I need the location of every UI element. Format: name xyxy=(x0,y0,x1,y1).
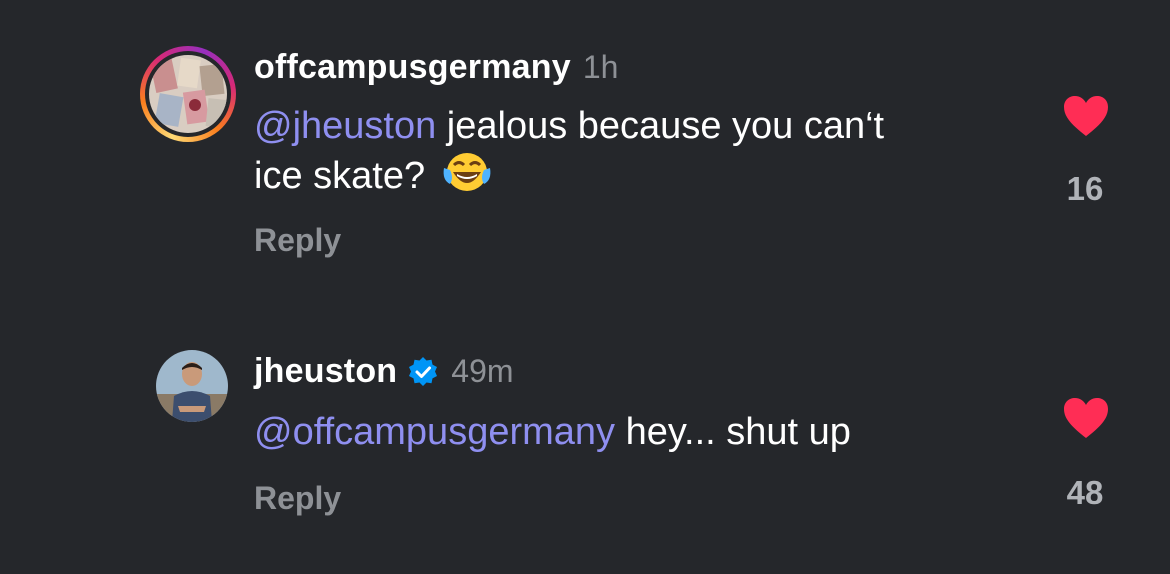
mention-link[interactable]: @jheuston xyxy=(254,105,436,147)
comment-item: jheuston 49m @offcampusgermany hey... sh… xyxy=(0,330,1170,574)
comment-text-line2: ice skate? xyxy=(254,155,436,197)
timestamp: 49m xyxy=(451,353,514,389)
reply-button[interactable]: Reply xyxy=(254,480,341,517)
avatar[interactable] xyxy=(140,46,236,142)
comment-item: offcampusgermany 1h @jheuston jealous be… xyxy=(0,0,1170,300)
verified-badge-icon xyxy=(409,356,438,386)
username[interactable]: jheuston xyxy=(254,352,397,391)
mention-link[interactable]: @offcampusgermany xyxy=(254,411,615,453)
avatar-image xyxy=(156,350,228,422)
like-count: 48 xyxy=(1066,474,1104,511)
heart-icon[interactable] xyxy=(1062,396,1110,440)
avatar-image xyxy=(149,55,227,133)
comment-text-content: hey... shut up xyxy=(615,411,851,453)
comment-text: @jheuston jealous because you can‘t ice … xyxy=(254,102,1014,200)
comment-text: @offcampusgermany hey... shut up xyxy=(254,408,1014,456)
tears-of-joy-emoji-icon xyxy=(443,153,491,191)
avatar[interactable] xyxy=(156,350,228,422)
like-count: 16 xyxy=(1066,170,1104,207)
heart-icon[interactable] xyxy=(1062,94,1110,138)
username[interactable]: offcampusgermany xyxy=(254,48,571,87)
comment-text-line1: jealous because you can‘t xyxy=(436,105,885,147)
story-ring xyxy=(140,46,236,142)
comment-header: jheuston 49m xyxy=(254,352,514,391)
comment-header: offcampusgermany 1h xyxy=(254,48,618,87)
timestamp: 1h xyxy=(582,49,619,85)
reply-button[interactable]: Reply xyxy=(254,222,341,259)
